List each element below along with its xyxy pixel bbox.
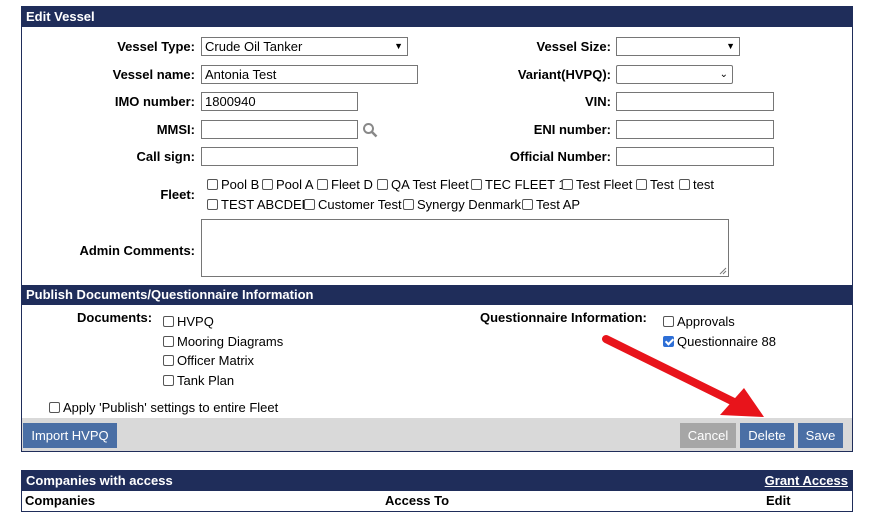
- fleet-option[interactable]: Synergy Denmark: [403, 197, 521, 212]
- imo-input[interactable]: 1800940: [201, 92, 358, 111]
- mmsi-input[interactable]: [201, 120, 358, 139]
- col-edit: Edit: [766, 493, 791, 508]
- eni-input[interactable]: [616, 120, 774, 139]
- fleet-option[interactable]: Fleet D: [317, 177, 373, 192]
- checkbox[interactable]: [304, 199, 315, 210]
- cancel-button[interactable]: Cancel: [680, 423, 736, 448]
- checkbox[interactable]: [679, 179, 690, 190]
- vessel-type-select[interactable]: Crude Oil Tanker ▼: [201, 37, 408, 56]
- checkbox[interactable]: [471, 179, 482, 190]
- vessel-size-select[interactable]: ▼: [616, 37, 740, 56]
- checkbox[interactable]: [163, 355, 174, 366]
- companies-panel: Companies with access Grant Access Compa…: [21, 470, 853, 512]
- companies-title: Companies with access: [26, 473, 173, 488]
- checkbox[interactable]: [163, 375, 174, 386]
- checkbox[interactable]: [636, 179, 647, 190]
- eni-label: ENI number:: [533, 122, 611, 137]
- questionnaire-label: Questionnaire Information:: [480, 310, 647, 325]
- dropdown-arrow-icon: ▼: [726, 41, 735, 51]
- action-bar: Import HVPQ Cancel Delete Save: [22, 418, 852, 451]
- checkbox[interactable]: [403, 199, 414, 210]
- vessel-name-label: Vessel name:: [112, 67, 195, 82]
- edit-vessel-panel: Edit Vessel Vessel Type: Crude Oil Tanke…: [21, 6, 853, 452]
- checkbox[interactable]: [262, 179, 273, 190]
- vessel-type-label: Vessel Type:: [117, 39, 195, 54]
- document-option[interactable]: Tank Plan: [163, 373, 234, 388]
- document-option[interactable]: Officer Matrix: [163, 353, 254, 368]
- mmsi-label: MMSI:: [156, 122, 195, 137]
- call-sign-input[interactable]: [201, 147, 358, 166]
- official-number-label: Official Number:: [509, 149, 611, 164]
- imo-label: IMO number:: [114, 94, 195, 109]
- fleet-option[interactable]: Pool B: [207, 177, 259, 192]
- checkbox[interactable]: [163, 336, 174, 347]
- checkbox[interactable]: [377, 179, 388, 190]
- vessel-name-input[interactable]: Antonia Test: [201, 65, 418, 84]
- fleet-option[interactable]: Test Fleet: [562, 177, 632, 192]
- grant-access-link[interactable]: Grant Access: [765, 471, 848, 491]
- fleet-option[interactable]: TEST ABCDEF: [207, 197, 310, 212]
- vessel-size-label: Vessel Size:: [536, 39, 611, 54]
- call-sign-label: Call sign:: [136, 149, 195, 164]
- questionnaire-option-approvals[interactable]: Approvals: [663, 314, 735, 329]
- documents-label: Documents:: [77, 310, 153, 325]
- dropdown-arrow-icon: ▼: [394, 41, 403, 51]
- official-number-input[interactable]: [616, 147, 774, 166]
- fleet-option[interactable]: QA Test Fleet: [377, 177, 469, 192]
- col-companies: Companies: [25, 493, 96, 508]
- delete-button[interactable]: Delete: [740, 423, 794, 448]
- admin-comments-label: Admin Comments:: [79, 243, 195, 258]
- resize-handle-icon[interactable]: [719, 267, 727, 275]
- checkbox[interactable]: [317, 179, 328, 190]
- search-icon[interactable]: [362, 122, 378, 138]
- fleet-option[interactable]: TEC FLEET 1: [471, 177, 566, 192]
- questionnaire-option-88[interactable]: Questionnaire 88: [663, 334, 776, 349]
- apply-publish-option[interactable]: Apply 'Publish' settings to entire Fleet: [49, 400, 278, 415]
- checkbox[interactable]: [207, 199, 218, 210]
- fleet-option[interactable]: Test AP: [522, 197, 580, 212]
- variant-select[interactable]: ⌄: [616, 65, 733, 84]
- fleet-option[interactable]: Pool A: [262, 177, 314, 192]
- fleet-option[interactable]: test: [679, 177, 714, 192]
- checkbox-checked[interactable]: [663, 336, 674, 347]
- vessel-type-value: Crude Oil Tanker: [205, 39, 303, 54]
- checkbox[interactable]: [663, 316, 674, 327]
- fleet-option[interactable]: Customer Test: [304, 197, 402, 212]
- variant-label: Variant(HVPQ):: [517, 67, 611, 82]
- checkbox[interactable]: [522, 199, 533, 210]
- checkbox[interactable]: [163, 316, 174, 327]
- edit-vessel-header: Edit Vessel: [22, 7, 852, 27]
- document-option[interactable]: HVPQ: [163, 314, 214, 329]
- import-hvpq-button[interactable]: Import HVPQ: [23, 423, 117, 448]
- publish-header: Publish Documents/Questionnaire Informat…: [22, 285, 852, 305]
- checkbox[interactable]: [207, 179, 218, 190]
- companies-columns: Companies Access To Edit: [22, 491, 852, 511]
- chevron-down-icon: ⌄: [719, 69, 728, 80]
- save-button[interactable]: Save: [798, 423, 843, 448]
- fleet-label: Fleet:: [160, 187, 195, 202]
- checkbox[interactable]: [562, 179, 573, 190]
- col-access-to: Access To: [385, 493, 450, 508]
- companies-header: Companies with access Grant Access: [22, 471, 852, 491]
- vin-label: VIN:: [585, 94, 611, 109]
- fleet-option[interactable]: Test: [636, 177, 674, 192]
- admin-comments-textarea[interactable]: [201, 219, 729, 277]
- checkbox[interactable]: [49, 402, 60, 413]
- document-option[interactable]: Mooring Diagrams: [163, 334, 283, 349]
- vin-input[interactable]: [616, 92, 774, 111]
